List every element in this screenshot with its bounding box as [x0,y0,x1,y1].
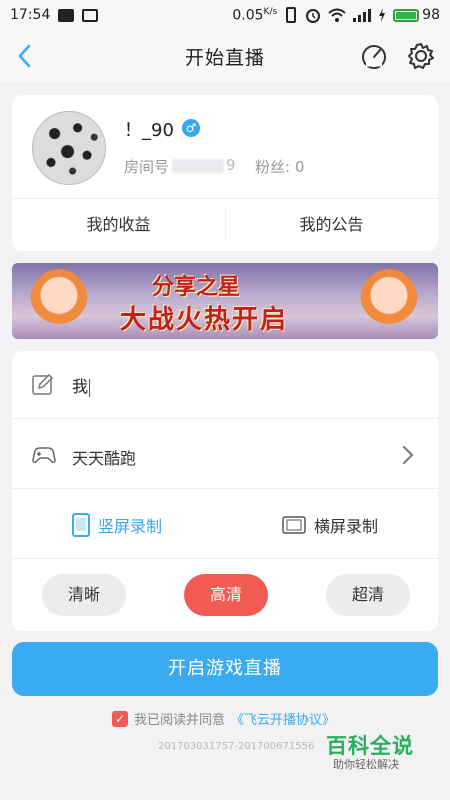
text-cursor [89,378,91,397]
status-bar: 17:54 0.05K/s 98 [0,0,450,30]
stream-title-row: 我 [12,351,438,419]
stream-title-input[interactable]: 我 [72,373,91,397]
battery-fill [396,11,416,19]
vibrate-icon [286,7,297,23]
selected-game: 天天酷跑 [72,449,137,468]
room-number-suffix: 9 [226,156,236,174]
status-time: 17:54 [10,7,51,23]
avatar[interactable] [32,111,106,185]
divider [12,198,438,199]
edit-icon [32,373,54,395]
fans-count: 粉丝: 0 [255,158,305,176]
portrait-record-button[interactable]: 竖屏录制 [72,491,162,559]
room-number-label: 房间号 [124,158,170,176]
app-notification-icon [82,8,99,22]
network-speed: 0.05K/s [232,6,278,24]
gear-icon[interactable] [407,42,435,70]
portrait-phone-icon [72,513,90,537]
room-number-redacted [172,159,224,173]
username: ！_90 [124,120,174,141]
quality-row: 清晰 高清 超清 [12,561,438,629]
male-icon: ♂ [182,119,200,137]
gamepad-icon [32,447,56,463]
banner-character-right [360,269,418,335]
quality-option-clear[interactable]: 清晰 [42,574,126,616]
image-notification-icon [58,8,75,22]
orientation-row: 竖屏录制 横屏录制 [12,491,438,559]
promo-banner[interactable]: 分享之星 大战火热开启 [12,263,438,339]
landscape-record-button[interactable]: 横屏录制 [282,491,378,559]
my-notice-button[interactable]: 我的公告 [225,205,438,245]
quality-option-high[interactable]: 高清 [184,574,268,616]
gauge-icon[interactable] [360,42,388,70]
banner-title: 分享之星 [152,275,241,300]
agree-checkbox[interactable]: ✓ [112,710,128,727]
chevron-right-icon [403,446,414,464]
page-title: 开始直播 [184,46,265,69]
app-header: 开始直播 [0,30,450,82]
agreement-link[interactable]: 《飞云开播协议》 [231,709,335,728]
my-earnings-button[interactable]: 我的收益 [12,205,225,245]
watermark-subtitle: 助你轻松解决 [333,758,399,771]
agreement-row: ✓ 我已阅读并同意 《飞云开播协议》 [112,709,335,728]
signal-icon [353,8,372,22]
charging-icon [379,8,386,22]
battery-indicator: 98 [393,7,440,23]
wifi-icon [328,8,346,22]
game-select-row[interactable]: 天天酷跑 [12,421,438,489]
version-text: 201703031757-201700671556 [158,741,315,752]
banner-subtitle: 大战火热开启 [120,305,289,335]
landscape-phone-icon [282,516,306,534]
start-stream-button[interactable]: 开启游戏直播 [12,642,438,696]
alarm-icon [306,9,321,23]
banner-character-left [30,269,88,335]
quality-option-ultra[interactable]: 超清 [326,574,410,616]
chevron-left-icon[interactable] [12,42,38,70]
